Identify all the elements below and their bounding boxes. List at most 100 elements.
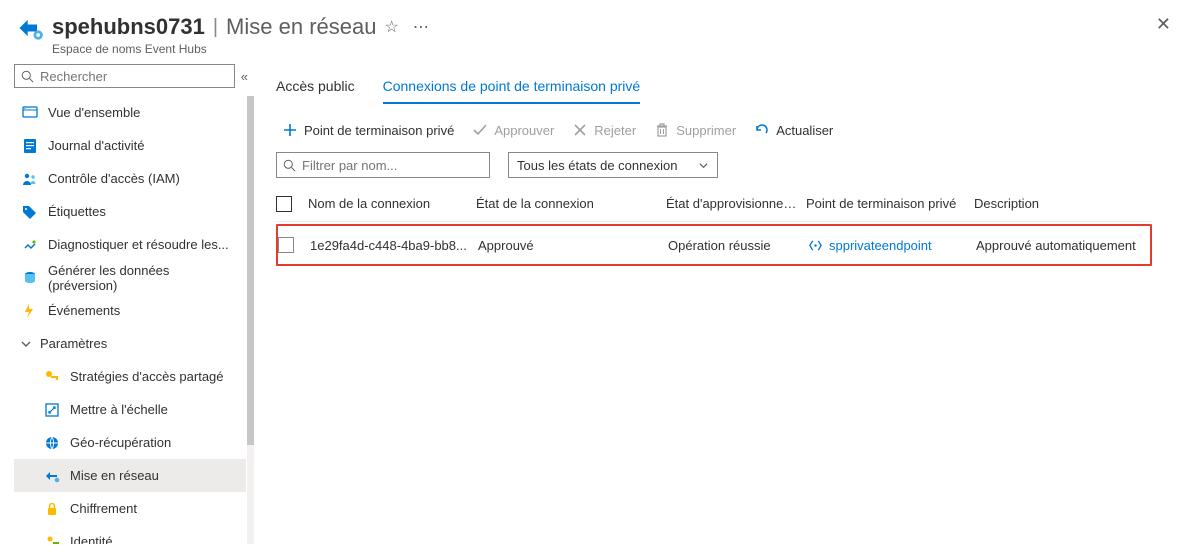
sidebar-scrollbar-thumb[interactable] xyxy=(247,96,254,445)
sidebar-item-label: Journal d'activité xyxy=(48,138,144,153)
table-row[interactable]: 1e29fa4d-c448-4ba9-bb8... Approuvé Opéra… xyxy=(276,224,1152,266)
sidebar-item-networking[interactable]: Mise en réseau xyxy=(14,459,246,492)
button-label: Point de terminaison privé xyxy=(304,123,454,138)
button-label: Actualiser xyxy=(776,123,833,138)
sidebar-item-encryption[interactable]: Chiffrement xyxy=(14,492,246,525)
page-header: spehubns0731 | Mise en réseau ☆ ⋯ Espace… xyxy=(0,0,1187,58)
name-filter[interactable] xyxy=(276,152,490,178)
name-filter-input[interactable] xyxy=(302,158,483,173)
identity-icon xyxy=(44,534,60,545)
search-icon xyxy=(283,159,296,172)
tab-public-access[interactable]: Accès public xyxy=(276,78,355,104)
eventhub-namespace-icon xyxy=(16,14,44,42)
delete-button: Supprimer xyxy=(654,122,736,138)
sidebar-item-tags[interactable]: Étiquettes xyxy=(14,195,246,228)
cell-provisioning: Opération réussie xyxy=(668,238,808,253)
col-description[interactable]: Description xyxy=(974,196,1152,211)
connections-table: Nom de la connexion État de la connexion… xyxy=(276,186,1152,266)
tab-private-endpoint[interactable]: Connexions de point de terminaison privé xyxy=(383,78,641,104)
add-private-endpoint-button[interactable]: Point de terminaison privé xyxy=(282,122,454,138)
command-bar: Point de terminaison privé Approuver Rej… xyxy=(276,122,1181,138)
collapse-sidebar-icon[interactable]: « xyxy=(241,69,248,84)
select-all-checkbox[interactable] xyxy=(276,196,292,212)
col-provisioning[interactable]: État d'approvisionnement xyxy=(666,196,806,211)
filter-row: Tous les états de connexion xyxy=(276,152,1181,178)
sidebar-group-label: Paramètres xyxy=(40,336,107,351)
sidebar-item-label: Mettre à l'échelle xyxy=(70,402,168,417)
sidebar-item-diagnose[interactable]: Diagnostiquer et résoudre les... xyxy=(14,228,246,261)
dropdown-value: Tous les états de connexion xyxy=(517,158,677,173)
diagnose-icon xyxy=(22,237,38,253)
reject-button: Rejeter xyxy=(572,122,636,138)
sidebar-item-identity[interactable]: Identité xyxy=(14,525,246,544)
endpoint-icon xyxy=(808,238,823,253)
refresh-button[interactable]: Actualiser xyxy=(754,122,833,138)
plus-icon xyxy=(282,122,298,138)
title-separator: | xyxy=(213,16,218,39)
sidebar-item-generate-data[interactable]: Générer les données (préversion) xyxy=(14,261,246,294)
sidebar-item-label: Chiffrement xyxy=(70,501,137,516)
sidebar: « Vue d'ensemble Journal d'activité Cont… xyxy=(0,58,254,544)
networking-icon xyxy=(44,468,60,484)
check-icon xyxy=(472,122,488,138)
globe-icon xyxy=(44,435,60,451)
sidebar-item-label: Étiquettes xyxy=(48,204,106,219)
sidebar-item-label: Diagnostiquer et résoudre les... xyxy=(48,237,229,252)
sidebar-group-settings[interactable]: Paramètres xyxy=(14,327,246,360)
sidebar-item-label: Événements xyxy=(48,303,120,318)
refresh-icon xyxy=(754,122,770,138)
search-icon xyxy=(21,70,34,83)
col-name[interactable]: Nom de la connexion xyxy=(308,196,476,211)
col-endpoint[interactable]: Point de terminaison privé xyxy=(806,196,974,211)
table-header-row: Nom de la connexion État de la connexion… xyxy=(276,186,1152,222)
sidebar-search[interactable] xyxy=(14,64,235,88)
sidebar-search-input[interactable] xyxy=(40,69,228,84)
tags-icon xyxy=(22,204,38,220)
more-actions-icon[interactable]: ⋯ xyxy=(413,17,430,37)
sidebar-item-label: Géo-récupération xyxy=(70,435,171,450)
overview-icon xyxy=(22,105,38,121)
main-content: Accès public Connexions de point de term… xyxy=(254,58,1187,544)
activity-log-icon xyxy=(22,138,38,154)
resource-type-label: Espace de noms Event Hubs xyxy=(52,42,1156,56)
favorite-star-icon[interactable]: ☆ xyxy=(384,17,398,37)
access-control-icon xyxy=(22,171,38,187)
blade-title: Mise en réseau xyxy=(226,14,376,40)
chevron-down-icon xyxy=(698,160,709,171)
sidebar-item-scale[interactable]: Mettre à l'échelle xyxy=(14,393,246,426)
button-label: Rejeter xyxy=(594,123,636,138)
state-filter-dropdown[interactable]: Tous les états de connexion xyxy=(508,152,718,178)
sidebar-item-shared-access[interactable]: Stratégies d'accès partagé xyxy=(14,360,246,393)
key-icon xyxy=(44,369,60,385)
lock-icon xyxy=(44,501,60,517)
tab-bar: Accès public Connexions de point de term… xyxy=(276,78,1181,104)
sidebar-item-overview[interactable]: Vue d'ensemble xyxy=(14,96,246,129)
sidebar-item-activity-log[interactable]: Journal d'activité xyxy=(14,129,246,162)
cell-name: 1e29fa4d-c448-4ba9-bb8... xyxy=(310,238,478,253)
cell-state: Approuvé xyxy=(478,238,668,253)
cell-description: Approuvé automatiquement xyxy=(976,238,1154,253)
sidebar-item-geodr[interactable]: Géo-récupération xyxy=(14,426,246,459)
sidebar-item-label: Contrôle d'accès (IAM) xyxy=(48,171,180,186)
sidebar-item-access-control[interactable]: Contrôle d'accès (IAM) xyxy=(14,162,246,195)
sidebar-item-label: Stratégies d'accès partagé xyxy=(70,369,224,384)
row-checkbox[interactable] xyxy=(278,237,294,253)
generate-data-icon xyxy=(22,270,38,286)
sidebar-item-events[interactable]: Événements xyxy=(14,294,246,327)
button-label: Approuver xyxy=(494,123,554,138)
scale-icon xyxy=(44,402,60,418)
sidebar-item-label: Identité xyxy=(70,534,113,544)
events-icon xyxy=(22,303,38,319)
resource-name: spehubns0731 xyxy=(52,14,205,40)
x-icon xyxy=(572,122,588,138)
trash-icon xyxy=(654,122,670,138)
sidebar-item-label: Vue d'ensemble xyxy=(48,105,140,120)
chevron-down-icon xyxy=(20,338,32,350)
close-icon[interactable]: ✕ xyxy=(1156,14,1171,35)
approve-button: Approuver xyxy=(472,122,554,138)
cell-endpoint-link[interactable]: spprivateendpoint xyxy=(808,238,976,253)
sidebar-item-label: Générer les données (préversion) xyxy=(48,263,238,293)
col-state[interactable]: État de la connexion xyxy=(476,196,666,211)
button-label: Supprimer xyxy=(676,123,736,138)
endpoint-link-text: spprivateendpoint xyxy=(829,238,932,253)
